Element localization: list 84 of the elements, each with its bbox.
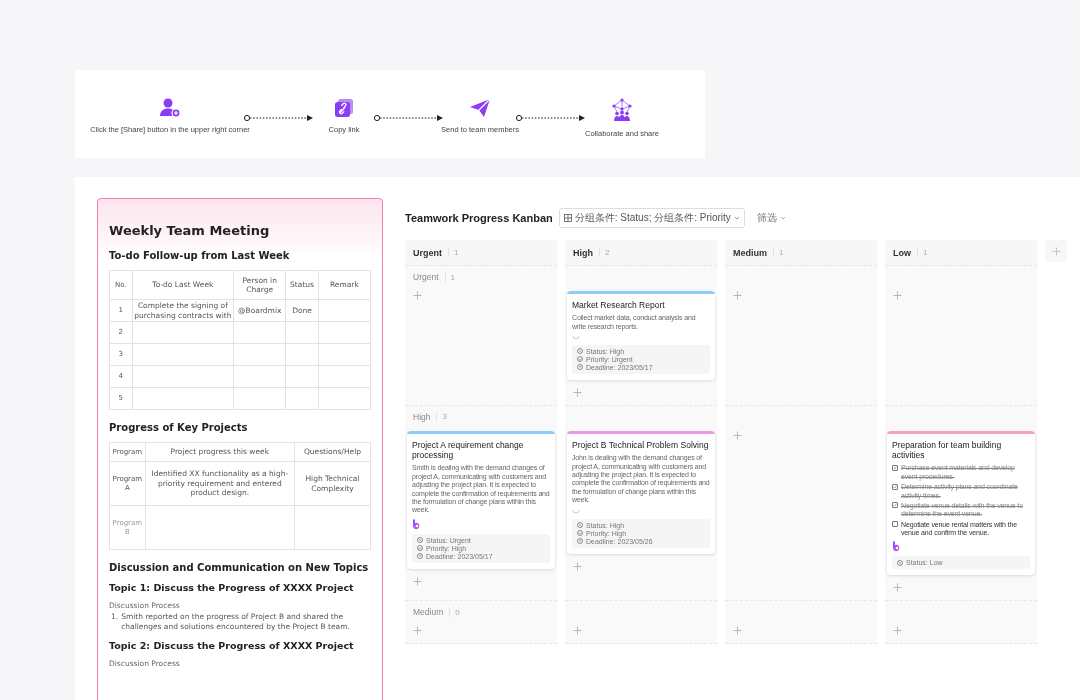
clock-icon bbox=[417, 553, 423, 560]
plus-icon bbox=[573, 561, 582, 571]
send-icon bbox=[469, 98, 491, 118]
add-user-icon bbox=[159, 98, 181, 118]
table-cell bbox=[318, 343, 371, 366]
plus-icon bbox=[733, 430, 742, 440]
card-title: Project A requirement change processing bbox=[412, 439, 525, 461]
priority-icon bbox=[417, 545, 423, 552]
lane-count: 1 bbox=[444, 272, 455, 282]
lane-name: High bbox=[413, 411, 431, 422]
lane-count: 3 bbox=[436, 412, 447, 422]
table-cell bbox=[233, 321, 286, 344]
group-by-dropdown[interactable]: 分组条件: Status; 分组条件: Priority bbox=[558, 208, 745, 228]
plus-icon bbox=[413, 626, 422, 636]
topic-heading: Topic 1: Discuss the Progress of XXXX Project bbox=[109, 582, 355, 593]
dotted-arrow bbox=[243, 114, 315, 122]
column-count: 1 bbox=[917, 248, 928, 257]
link-icon bbox=[334, 98, 354, 118]
plus-icon bbox=[573, 387, 582, 397]
table-cell bbox=[285, 343, 319, 366]
topic-heading: Topic 2: Discuss the Progress of XXXX Project bbox=[109, 639, 355, 651]
card-title: Project B Technical Problem Solving bbox=[572, 439, 710, 451]
table-cell bbox=[318, 299, 371, 322]
add-column-button[interactable] bbox=[1045, 240, 1067, 262]
card-title: Preparation for team building activities bbox=[892, 439, 1003, 461]
column-name: High bbox=[573, 247, 593, 258]
filter-dropdown[interactable]: 筛选 bbox=[756, 211, 786, 225]
checkbox[interactable] bbox=[892, 464, 898, 471]
document-title: Weekly Team Meeting bbox=[109, 223, 271, 238]
priority-icon bbox=[577, 530, 583, 536]
plus-icon bbox=[573, 626, 582, 636]
column-count: 2 bbox=[599, 248, 610, 257]
column-name: Low bbox=[893, 247, 911, 258]
table-cell bbox=[233, 365, 286, 388]
board-title: Teamwork Progress Kanban bbox=[405, 212, 553, 224]
table-cell bbox=[318, 387, 371, 410]
status-icon bbox=[897, 559, 903, 566]
checkbox[interactable] bbox=[892, 483, 898, 490]
section-heading: To-do Follow-up from Last Week bbox=[109, 250, 291, 261]
table-cell bbox=[233, 387, 286, 410]
priority-icon bbox=[577, 356, 583, 363]
dotted-arrow bbox=[373, 114, 445, 122]
avatar-placeholder-icon bbox=[572, 334, 580, 341]
dotted-arrow bbox=[515, 114, 587, 122]
task-card[interactable] bbox=[567, 430, 715, 554]
caret-icon bbox=[779, 216, 786, 220]
status-icon bbox=[417, 537, 423, 544]
table-cell bbox=[285, 365, 319, 388]
lane-name: Medium bbox=[413, 607, 444, 618]
table-cell bbox=[233, 343, 286, 366]
section-heading: Progress of Key Projects bbox=[109, 422, 249, 433]
network-people-icon bbox=[610, 98, 634, 122]
section-heading: Discussion and Communication on New Topics bbox=[109, 562, 370, 573]
checkbox[interactable] bbox=[892, 502, 898, 509]
plus-icon bbox=[413, 576, 422, 586]
plus-icon bbox=[893, 626, 902, 636]
grid-icon bbox=[563, 214, 572, 222]
plus-icon bbox=[893, 583, 902, 593]
logo-icon bbox=[412, 518, 421, 530]
plus-icon bbox=[733, 626, 742, 636]
plus-icon bbox=[1051, 246, 1061, 256]
checkbox[interactable] bbox=[892, 521, 898, 528]
table-cell bbox=[285, 321, 319, 344]
clock-icon bbox=[577, 364, 583, 371]
avatar-placeholder-icon bbox=[572, 508, 580, 515]
plus-icon bbox=[413, 291, 422, 300]
plus-icon bbox=[893, 291, 902, 300]
status-icon bbox=[577, 348, 583, 355]
table-cell bbox=[318, 365, 371, 388]
plus-icon bbox=[733, 291, 742, 300]
table-cell bbox=[285, 387, 319, 410]
clock-icon bbox=[577, 538, 583, 544]
caret-icon bbox=[733, 216, 740, 220]
lane-name: Urgent bbox=[413, 272, 439, 282]
logo-icon bbox=[892, 541, 901, 553]
table-cell bbox=[318, 321, 371, 344]
column-name: Urgent bbox=[413, 247, 442, 258]
status-icon bbox=[577, 522, 583, 528]
task-card[interactable] bbox=[407, 430, 555, 569]
column-count: 1 bbox=[773, 248, 784, 257]
column-count: 1 bbox=[448, 248, 459, 257]
card-title: Market Research Report bbox=[572, 300, 666, 311]
column-name: Medium bbox=[733, 247, 767, 258]
task-card[interactable] bbox=[887, 430, 1035, 576]
